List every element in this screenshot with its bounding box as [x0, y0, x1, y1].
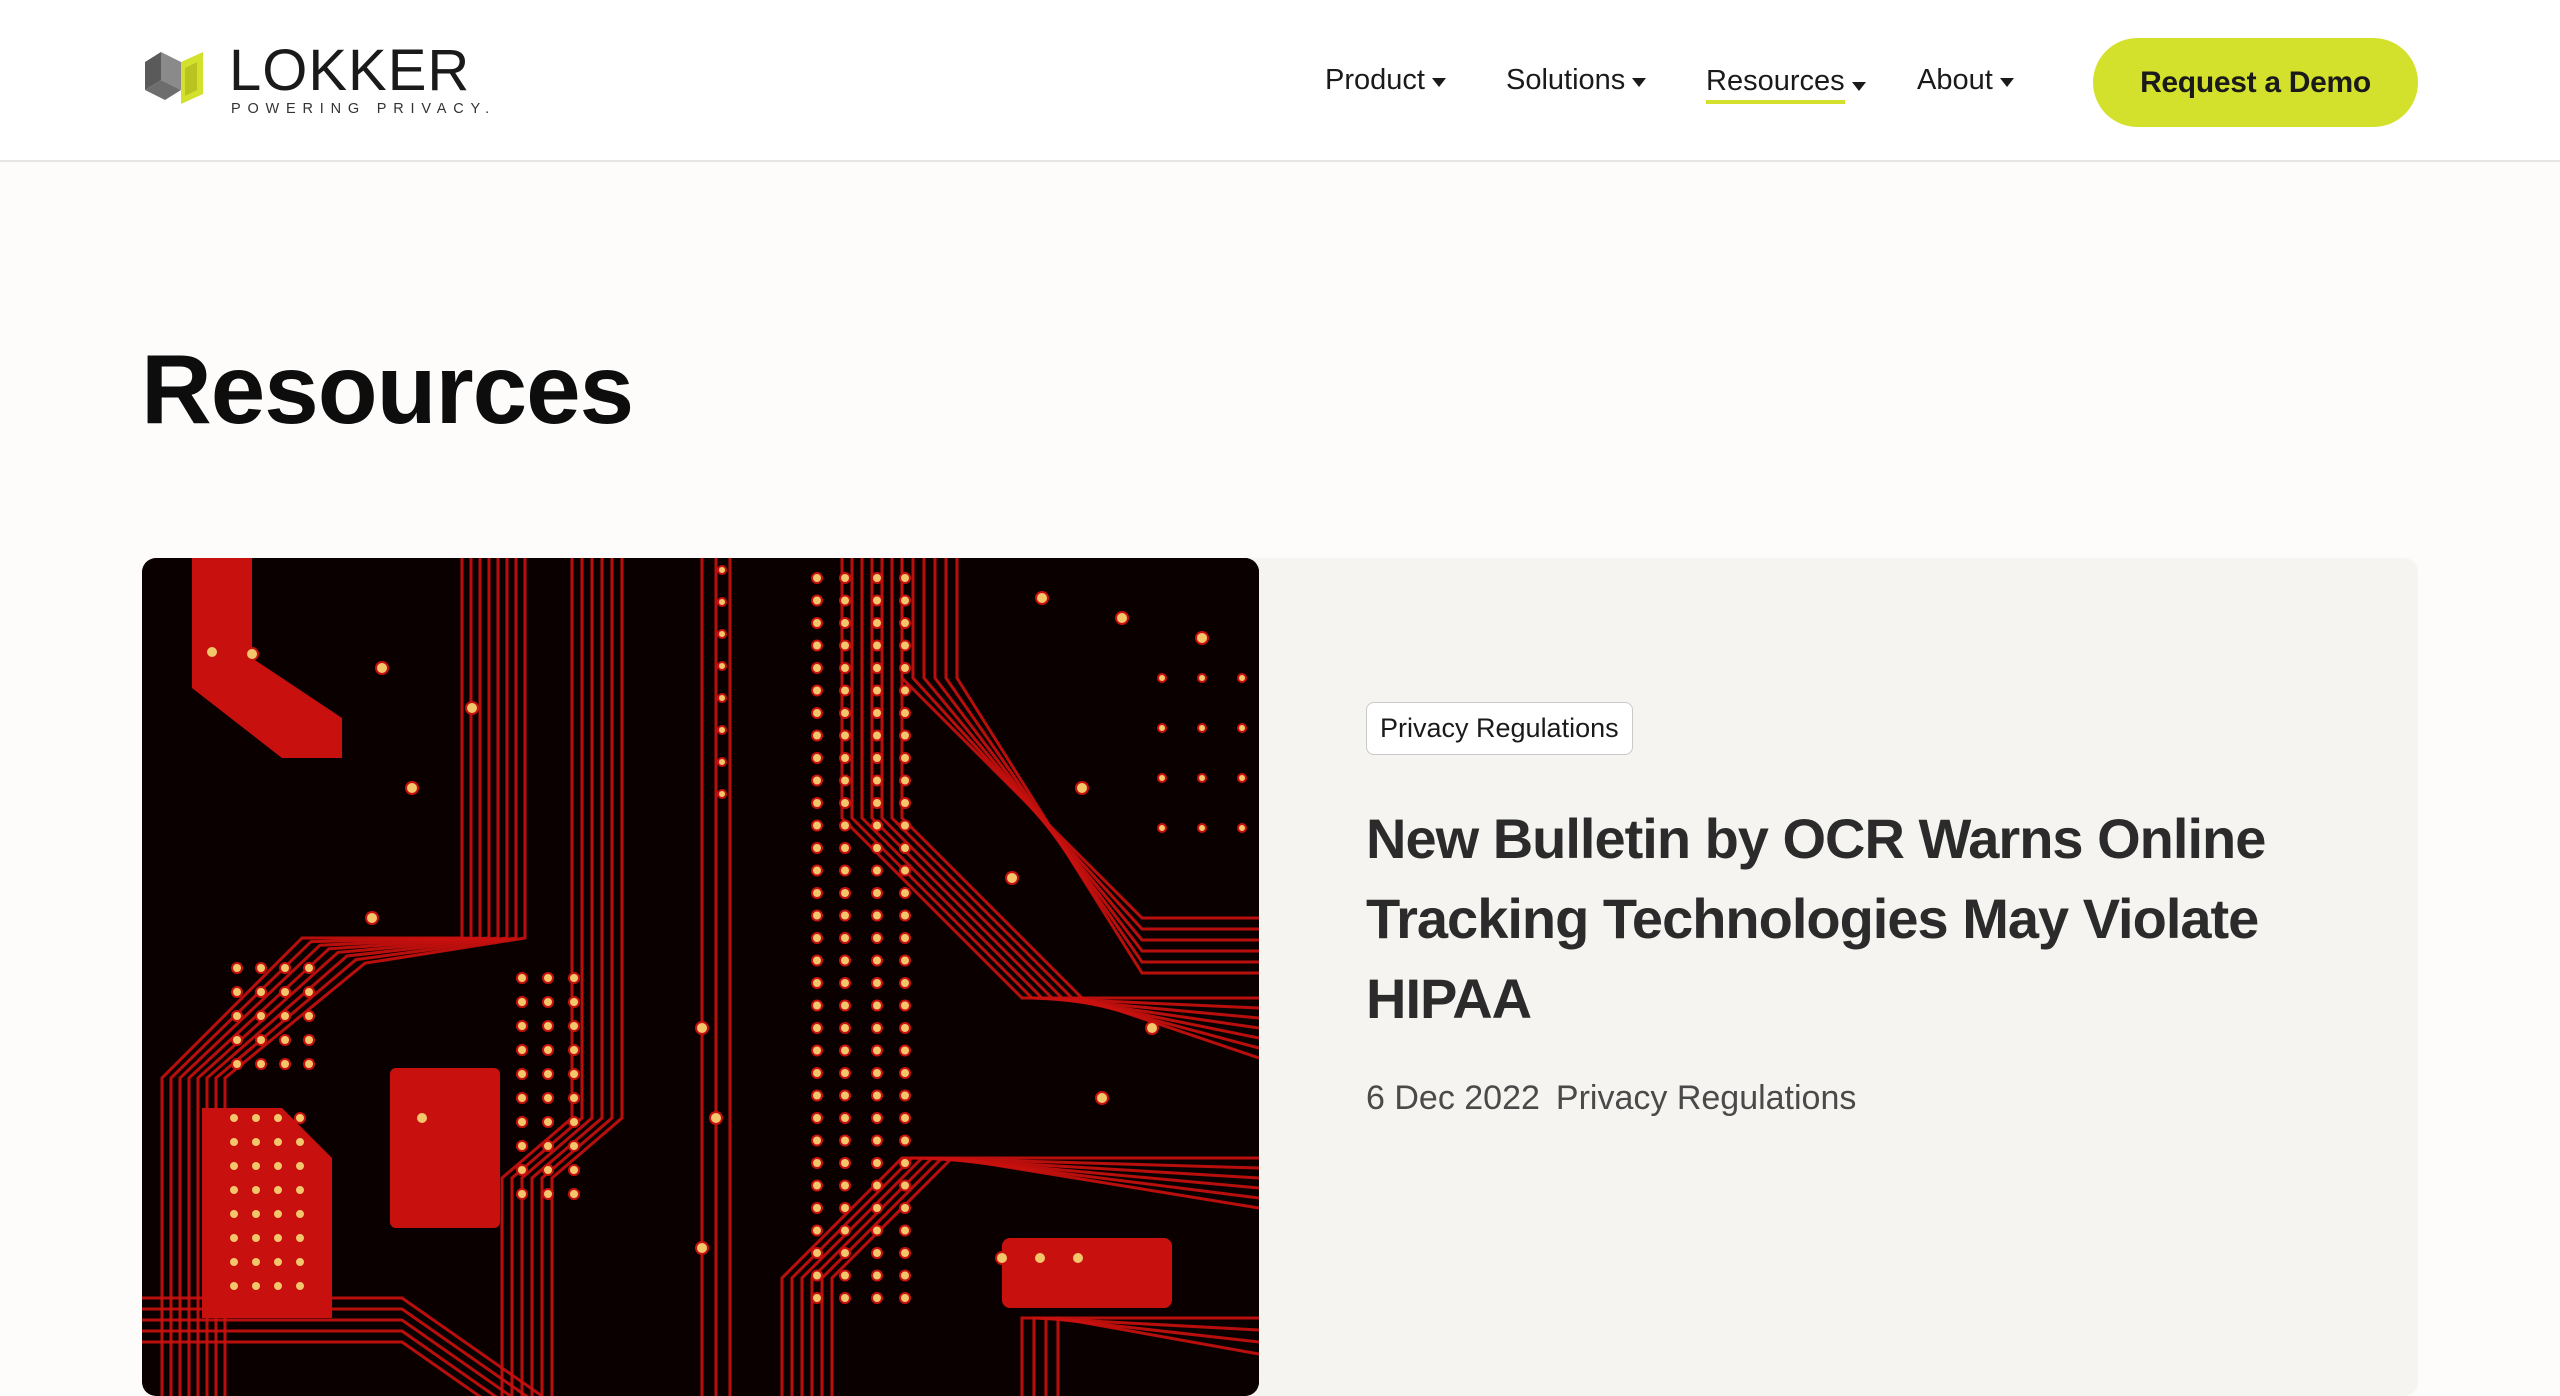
caret-down-icon	[1999, 78, 2014, 87]
nav-item-label: Solutions	[1506, 64, 1626, 96]
category-tag[interactable]: Privacy Regulations	[1366, 702, 1633, 755]
logo-wordmark: LOKKER	[229, 38, 471, 103]
featured-post-body: Privacy Regulations New Bulletin by OCR …	[1366, 702, 2326, 1118]
nav-item-label: About	[1917, 64, 1993, 96]
nav-item-about[interactable]: About	[1917, 64, 2014, 97]
request-demo-button[interactable]: Request a Demo	[2093, 38, 2418, 127]
nav-item-label: Resources	[1706, 65, 1845, 104]
caret-down-icon	[1431, 78, 1446, 87]
circuit-board-graphic	[142, 558, 1259, 1396]
post-category: Privacy Regulations	[1555, 1079, 1857, 1117]
caret-down-icon	[1632, 78, 1647, 87]
nav-item-product[interactable]: Product	[1325, 64, 1446, 97]
logo-text: LOKKER POWERING PRIVACY.	[229, 38, 496, 118]
featured-post-card[interactable]: Privacy Regulations New Bulletin by OCR …	[142, 558, 2418, 1396]
post-title[interactable]: New Bulletin by OCR Warns Online Trackin…	[1366, 799, 2326, 1039]
brand-logo[interactable]: LOKKER POWERING PRIVACY.	[141, 38, 496, 118]
nav-item-label: Product	[1325, 64, 1425, 96]
nav-item-solutions[interactable]: Solutions	[1506, 64, 1647, 97]
circuit-board-image[interactable]	[142, 558, 1259, 1396]
site-header: LOKKER POWERING PRIVACY. Product Solutio…	[0, 0, 2560, 162]
page-title: Resources	[141, 334, 634, 444]
post-date: 6 Dec 2022	[1366, 1079, 1540, 1117]
logo-cube-icon	[145, 52, 203, 104]
caret-down-icon	[1851, 82, 1866, 91]
nav-item-resources[interactable]: Resources	[1706, 65, 1866, 104]
post-meta: 6 Dec 2022 Privacy Regulations	[1366, 1079, 2326, 1118]
logo-tagline: POWERING PRIVACY.	[231, 101, 496, 117]
